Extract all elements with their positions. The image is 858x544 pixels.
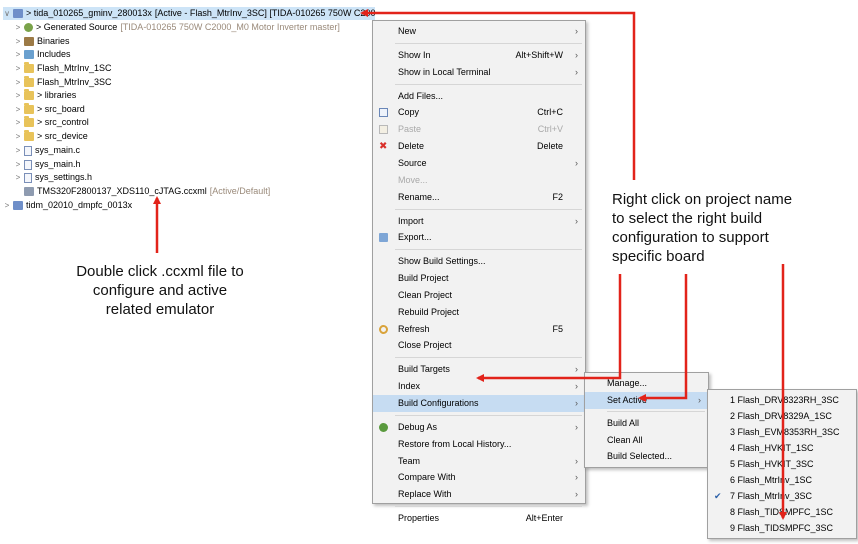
arrow-to-set-active bbox=[638, 274, 688, 402]
arrow-to-build-configurations bbox=[476, 274, 622, 382]
arrow-to-project-name bbox=[360, 9, 636, 180]
annotation-arrows bbox=[153, 9, 787, 520]
